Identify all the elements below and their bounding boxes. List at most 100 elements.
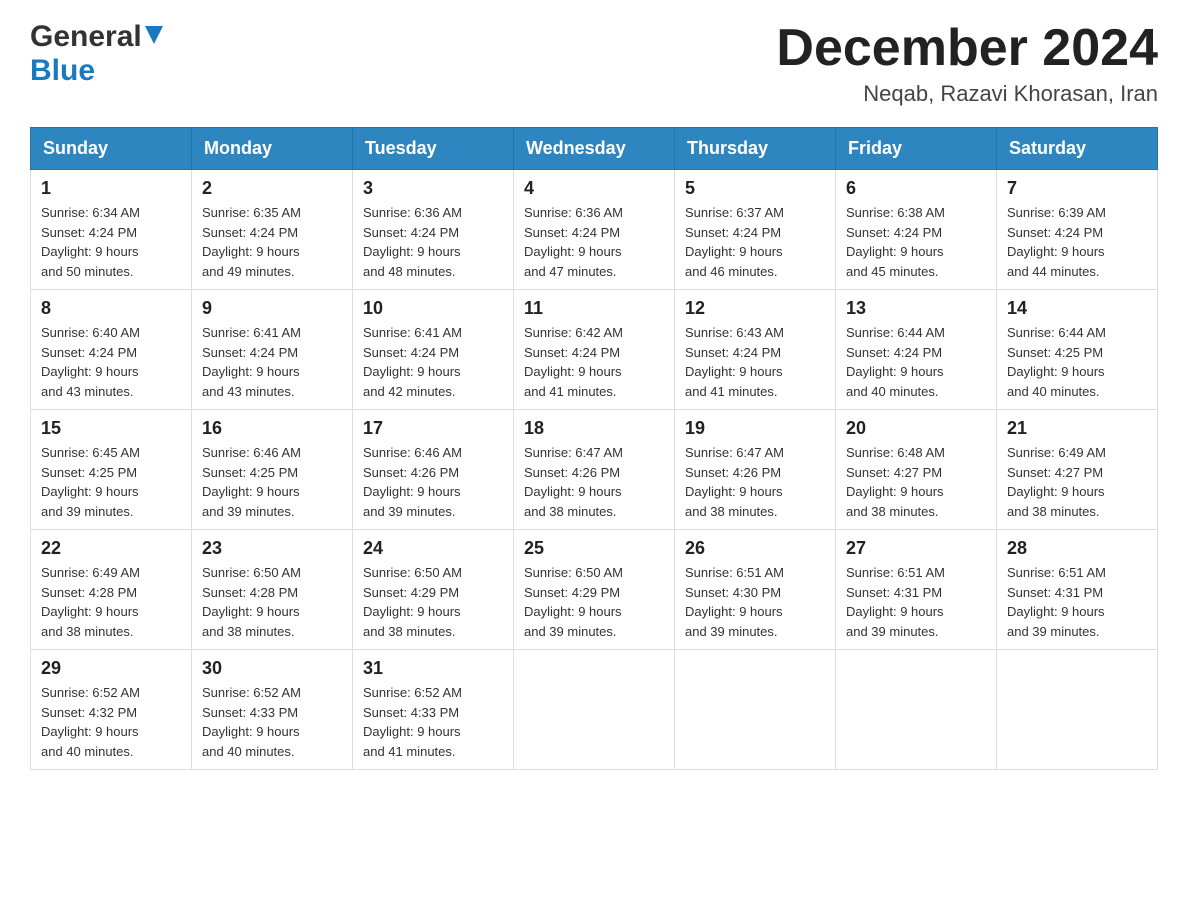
week-row-4: 22 Sunrise: 6:49 AM Sunset: 4:28 PM Dayl… [31,530,1158,650]
calendar-cell: 10 Sunrise: 6:41 AM Sunset: 4:24 PM Dayl… [353,290,514,410]
day-number: 24 [363,538,503,559]
day-number: 25 [524,538,664,559]
calendar-cell: 24 Sunrise: 6:50 AM Sunset: 4:29 PM Dayl… [353,530,514,650]
day-info: Sunrise: 6:48 AM Sunset: 4:27 PM Dayligh… [846,443,986,521]
day-number: 3 [363,178,503,199]
day-number: 20 [846,418,986,439]
day-number: 30 [202,658,342,679]
calendar-cell: 18 Sunrise: 6:47 AM Sunset: 4:26 PM Dayl… [514,410,675,530]
calendar-cell: 26 Sunrise: 6:51 AM Sunset: 4:30 PM Dayl… [675,530,836,650]
day-info: Sunrise: 6:42 AM Sunset: 4:24 PM Dayligh… [524,323,664,401]
calendar-cell: 14 Sunrise: 6:44 AM Sunset: 4:25 PM Dayl… [997,290,1158,410]
day-number: 18 [524,418,664,439]
day-number: 28 [1007,538,1147,559]
day-info: Sunrise: 6:49 AM Sunset: 4:28 PM Dayligh… [41,563,181,641]
week-row-2: 8 Sunrise: 6:40 AM Sunset: 4:24 PM Dayli… [31,290,1158,410]
calendar-cell: 3 Sunrise: 6:36 AM Sunset: 4:24 PM Dayli… [353,170,514,290]
day-info: Sunrise: 6:52 AM Sunset: 4:33 PM Dayligh… [363,683,503,761]
calendar-title-block: December 2024 Neqab, Razavi Khorasan, Ir… [776,20,1158,107]
calendar-cell: 22 Sunrise: 6:49 AM Sunset: 4:28 PM Dayl… [31,530,192,650]
calendar-cell: 5 Sunrise: 6:37 AM Sunset: 4:24 PM Dayli… [675,170,836,290]
weekday-header-row: Sunday Monday Tuesday Wednesday Thursday… [31,128,1158,170]
day-info: Sunrise: 6:44 AM Sunset: 4:25 PM Dayligh… [1007,323,1147,401]
calendar-cell: 28 Sunrise: 6:51 AM Sunset: 4:31 PM Dayl… [997,530,1158,650]
day-info: Sunrise: 6:43 AM Sunset: 4:24 PM Dayligh… [685,323,825,401]
page-header: General Blue December 2024 Neqab, Razavi… [30,20,1158,107]
day-number: 9 [202,298,342,319]
week-row-5: 29 Sunrise: 6:52 AM Sunset: 4:32 PM Dayl… [31,650,1158,770]
day-info: Sunrise: 6:44 AM Sunset: 4:24 PM Dayligh… [846,323,986,401]
day-number: 7 [1007,178,1147,199]
day-info: Sunrise: 6:51 AM Sunset: 4:30 PM Dayligh… [685,563,825,641]
day-number: 19 [685,418,825,439]
day-number: 10 [363,298,503,319]
calendar-cell: 11 Sunrise: 6:42 AM Sunset: 4:24 PM Dayl… [514,290,675,410]
day-info: Sunrise: 6:49 AM Sunset: 4:27 PM Dayligh… [1007,443,1147,521]
week-row-1: 1 Sunrise: 6:34 AM Sunset: 4:24 PM Dayli… [31,170,1158,290]
day-number: 8 [41,298,181,319]
day-info: Sunrise: 6:50 AM Sunset: 4:29 PM Dayligh… [524,563,664,641]
day-number: 12 [685,298,825,319]
day-info: Sunrise: 6:45 AM Sunset: 4:25 PM Dayligh… [41,443,181,521]
calendar-cell: 7 Sunrise: 6:39 AM Sunset: 4:24 PM Dayli… [997,170,1158,290]
calendar-cell: 27 Sunrise: 6:51 AM Sunset: 4:31 PM Dayl… [836,530,997,650]
day-info: Sunrise: 6:36 AM Sunset: 4:24 PM Dayligh… [363,203,503,281]
day-number: 27 [846,538,986,559]
day-info: Sunrise: 6:47 AM Sunset: 4:26 PM Dayligh… [524,443,664,521]
header-saturday: Saturday [997,128,1158,170]
day-info: Sunrise: 6:41 AM Sunset: 4:24 PM Dayligh… [363,323,503,401]
day-info: Sunrise: 6:52 AM Sunset: 4:33 PM Dayligh… [202,683,342,761]
logo: General Blue [30,20,163,88]
calendar-cell [997,650,1158,770]
calendar-cell: 19 Sunrise: 6:47 AM Sunset: 4:26 PM Dayl… [675,410,836,530]
calendar-cell: 9 Sunrise: 6:41 AM Sunset: 4:24 PM Dayli… [192,290,353,410]
calendar-cell: 2 Sunrise: 6:35 AM Sunset: 4:24 PM Dayli… [192,170,353,290]
calendar-cell: 12 Sunrise: 6:43 AM Sunset: 4:24 PM Dayl… [675,290,836,410]
day-number: 6 [846,178,986,199]
day-number: 22 [41,538,181,559]
calendar-cell: 30 Sunrise: 6:52 AM Sunset: 4:33 PM Dayl… [192,650,353,770]
calendar-cell: 25 Sunrise: 6:50 AM Sunset: 4:29 PM Dayl… [514,530,675,650]
day-info: Sunrise: 6:38 AM Sunset: 4:24 PM Dayligh… [846,203,986,281]
day-info: Sunrise: 6:37 AM Sunset: 4:24 PM Dayligh… [685,203,825,281]
day-info: Sunrise: 6:35 AM Sunset: 4:24 PM Dayligh… [202,203,342,281]
day-number: 11 [524,298,664,319]
day-number: 26 [685,538,825,559]
day-info: Sunrise: 6:46 AM Sunset: 4:26 PM Dayligh… [363,443,503,521]
calendar-cell: 21 Sunrise: 6:49 AM Sunset: 4:27 PM Dayl… [997,410,1158,530]
day-number: 2 [202,178,342,199]
header-thursday: Thursday [675,128,836,170]
day-number: 1 [41,178,181,199]
day-info: Sunrise: 6:34 AM Sunset: 4:24 PM Dayligh… [41,203,181,281]
day-info: Sunrise: 6:46 AM Sunset: 4:25 PM Dayligh… [202,443,342,521]
day-number: 14 [1007,298,1147,319]
calendar-cell: 31 Sunrise: 6:52 AM Sunset: 4:33 PM Dayl… [353,650,514,770]
calendar-cell: 4 Sunrise: 6:36 AM Sunset: 4:24 PM Dayli… [514,170,675,290]
calendar-title: December 2024 [776,20,1158,77]
header-monday: Monday [192,128,353,170]
day-info: Sunrise: 6:41 AM Sunset: 4:24 PM Dayligh… [202,323,342,401]
calendar-cell: 16 Sunrise: 6:46 AM Sunset: 4:25 PM Dayl… [192,410,353,530]
day-number: 16 [202,418,342,439]
calendar-cell: 15 Sunrise: 6:45 AM Sunset: 4:25 PM Dayl… [31,410,192,530]
calendar-cell [675,650,836,770]
day-info: Sunrise: 6:51 AM Sunset: 4:31 PM Dayligh… [1007,563,1147,641]
day-number: 21 [1007,418,1147,439]
logo-general-text: General [30,20,142,54]
header-friday: Friday [836,128,997,170]
day-number: 17 [363,418,503,439]
header-tuesday: Tuesday [353,128,514,170]
calendar-cell: 8 Sunrise: 6:40 AM Sunset: 4:24 PM Dayli… [31,290,192,410]
calendar-subtitle: Neqab, Razavi Khorasan, Iran [776,81,1158,107]
day-info: Sunrise: 6:50 AM Sunset: 4:28 PM Dayligh… [202,563,342,641]
calendar-cell [836,650,997,770]
day-number: 15 [41,418,181,439]
day-number: 23 [202,538,342,559]
day-number: 29 [41,658,181,679]
day-info: Sunrise: 6:52 AM Sunset: 4:32 PM Dayligh… [41,683,181,761]
day-info: Sunrise: 6:40 AM Sunset: 4:24 PM Dayligh… [41,323,181,401]
day-info: Sunrise: 6:36 AM Sunset: 4:24 PM Dayligh… [524,203,664,281]
day-number: 4 [524,178,664,199]
day-info: Sunrise: 6:51 AM Sunset: 4:31 PM Dayligh… [846,563,986,641]
day-number: 31 [363,658,503,679]
